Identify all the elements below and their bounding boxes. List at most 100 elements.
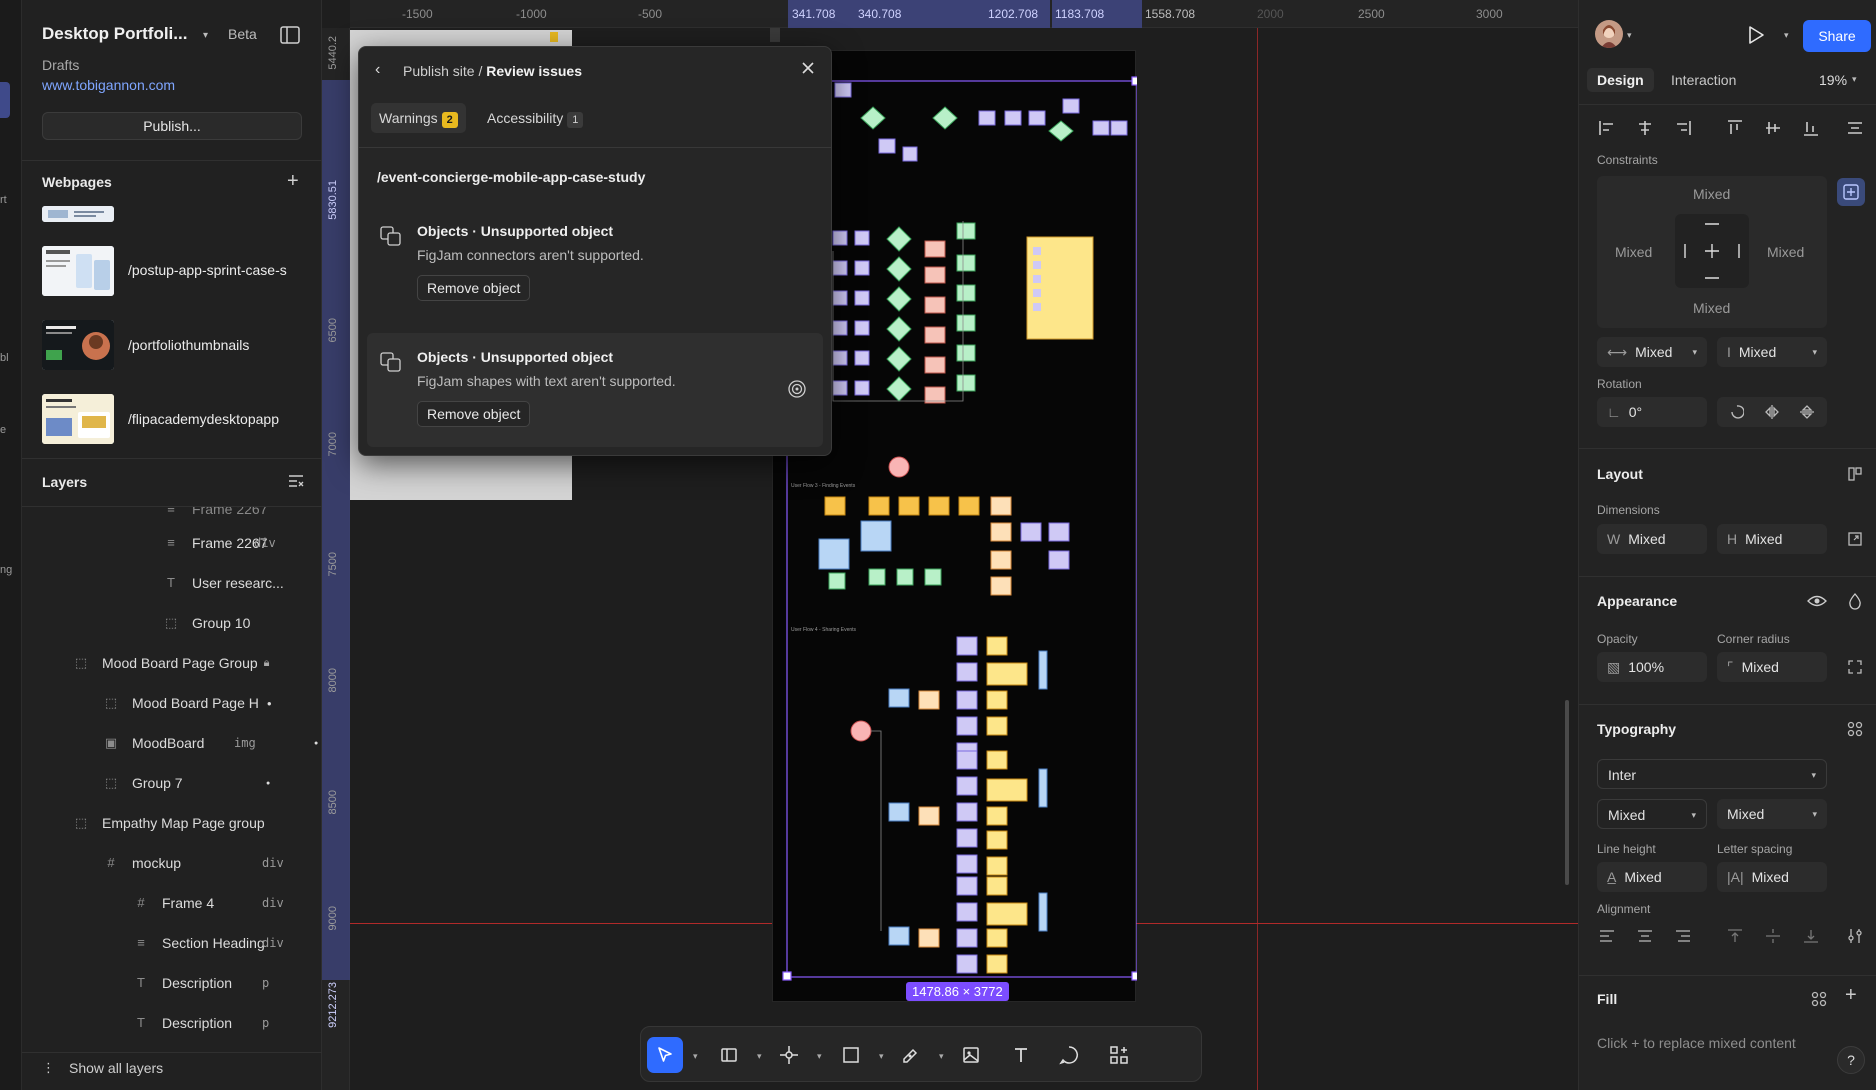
text-align-top-icon[interactable] [1721, 922, 1749, 950]
pen-tool-button[interactable] [771, 1037, 807, 1073]
align-top-icon[interactable] [1721, 114, 1749, 142]
layer-row[interactable]: ⬚ Mood Board Page Group 🔒︎ [74, 643, 322, 683]
chevron-down-icon[interactable]: ▾ [1852, 74, 1857, 85]
align-bottom-icon[interactable] [1797, 114, 1825, 142]
chevron-down-icon[interactable]: ▾ [939, 1051, 944, 1062]
vertical-constraint-select[interactable]: I Mixed ▾ [1717, 337, 1827, 367]
letter-spacing-input[interactable]: |A| Mixed [1717, 862, 1827, 892]
layer-row[interactable]: # mockup div [104, 843, 322, 883]
text-align-middle-icon[interactable] [1759, 922, 1787, 950]
tab-accessibility[interactable]: Accessibility 1 [479, 103, 591, 133]
add-fill-icon[interactable]: + [1845, 984, 1857, 1007]
layer-row[interactable]: T Description p [134, 963, 322, 1003]
layer-row[interactable]: ⬚ Mood Board Page H ● [104, 683, 322, 723]
chevron-down-icon[interactable]: ▾ [1627, 30, 1632, 41]
flip-horizontal-icon[interactable] [1758, 398, 1786, 426]
align-right-icon[interactable] [1669, 114, 1697, 142]
layer-row[interactable]: ⬚ Group 7 ● [104, 763, 322, 803]
sidebar-toggle-icon[interactable] [280, 26, 300, 44]
layer-row[interactable]: ▣ MoodBoard img ● [104, 723, 322, 763]
chevron-down-icon[interactable]: ▾ [817, 1051, 822, 1062]
layer-row[interactable]: T User researc... [164, 563, 322, 603]
rectangle-tool-button[interactable] [833, 1037, 869, 1073]
opacity-input[interactable]: ▧ 100% [1597, 652, 1707, 682]
pencil-tool-button[interactable] [893, 1037, 929, 1073]
page-item-label[interactable]: /postup-app-sprint-case-s [128, 262, 287, 278]
align-center-vertical-icon[interactable] [1759, 114, 1787, 142]
independent-corners-icon[interactable] [1841, 653, 1869, 681]
rotation-input[interactable]: ∟ 0° [1597, 397, 1707, 427]
layer-row[interactable]: # Frame 4 div [134, 883, 322, 923]
layer-row[interactable]: ⬚ Empathy Map Page group [74, 803, 322, 843]
issue-item[interactable]: Objects · Unsupported object FigJam shap… [367, 333, 823, 447]
issue-item[interactable]: Objects · Unsupported object FigJam conn… [367, 203, 823, 313]
align-center-horizontal-icon[interactable] [1631, 114, 1659, 142]
drop-icon[interactable] [1841, 587, 1869, 615]
page-item-label[interactable]: /flipacademydesktopapp [128, 411, 279, 427]
layer-row[interactable]: ⬚ Group 10 [164, 603, 322, 643]
widgets-tool-button[interactable] [1101, 1037, 1137, 1073]
add-page-icon[interactable]: + [287, 170, 299, 193]
frame-tool-button[interactable] [711, 1037, 747, 1073]
constraints-toggle-icon[interactable] [1837, 178, 1865, 206]
text-tool-button[interactable] [1003, 1037, 1039, 1073]
breadcrumb-parent[interactable]: Publish site / [403, 63, 482, 79]
chevron-down-icon[interactable]: ▾ [693, 1051, 698, 1062]
align-left-icon[interactable] [1593, 114, 1621, 142]
remove-object-button[interactable]: Remove object [417, 401, 531, 427]
rotate-icon[interactable] [1723, 398, 1751, 426]
page-thumbnail[interactable] [42, 394, 114, 444]
constraint-bottom[interactable]: Mixed [1693, 300, 1730, 316]
layer-row[interactable]: T Description p [134, 1003, 322, 1043]
page-thumbnail[interactable] [42, 206, 114, 222]
remove-object-button[interactable]: Remove object [417, 275, 531, 301]
text-align-left-icon[interactable] [1593, 922, 1621, 950]
line-height-input[interactable]: A̲ Mixed [1597, 862, 1707, 892]
text-align-right-icon[interactable] [1669, 922, 1697, 950]
close-icon[interactable] [799, 59, 817, 77]
zoom-level[interactable]: 19% [1819, 72, 1847, 88]
corner-radius-input[interactable]: ⌜ Mixed [1717, 652, 1827, 682]
constraint-right[interactable]: Mixed [1767, 244, 1804, 260]
auto-layout-icon[interactable] [1841, 460, 1869, 488]
site-url-link[interactable]: www.tobigannon.com [42, 77, 175, 93]
comment-tool-button[interactable] [1051, 1037, 1087, 1073]
back-icon[interactable]: ‹ [375, 61, 380, 79]
text-align-center-icon[interactable] [1631, 922, 1659, 950]
publish-button[interactable]: Publish... [42, 112, 302, 140]
width-input[interactable]: W Mixed [1597, 524, 1707, 554]
text-styles-icon[interactable] [1841, 715, 1869, 743]
tab-design[interactable]: Design [1587, 68, 1654, 92]
fill-styles-icon[interactable] [1805, 985, 1833, 1013]
flip-vertical-icon[interactable] [1793, 398, 1821, 426]
page-item-label[interactable]: /portfoliothumbnails [128, 337, 249, 353]
horizontal-constraint-select[interactable]: ⟷ Mixed ▾ [1597, 337, 1707, 367]
share-button[interactable]: Share [1803, 20, 1871, 52]
locate-target-icon[interactable] [787, 379, 807, 399]
constraint-top[interactable]: Mixed [1693, 186, 1730, 202]
distribute-icon[interactable] [1841, 114, 1869, 142]
chevron-down-icon[interactable]: ▾ [1784, 30, 1789, 41]
page-thumbnail[interactable] [42, 246, 114, 296]
layer-row[interactable]: ≡ Section Heading div [134, 923, 322, 963]
play-icon[interactable] [1745, 24, 1767, 46]
chevron-down-icon[interactable]: ▾ [203, 30, 208, 41]
font-family-select[interactable]: Inter ▾ [1597, 759, 1827, 789]
show-all-layers-button[interactable]: ⋮ Show all layers [42, 1060, 163, 1076]
constraint-left[interactable]: Mixed [1615, 244, 1652, 260]
font-weight-select[interactable]: Mixed ▾ [1597, 799, 1707, 829]
text-settings-icon[interactable] [1841, 922, 1869, 950]
project-title[interactable]: Desktop Portfoli... [42, 24, 187, 44]
height-input[interactable]: H Mixed [1717, 524, 1827, 554]
move-tool-button[interactable] [647, 1037, 683, 1073]
resize-icon[interactable] [1841, 525, 1869, 553]
avatar[interactable] [1595, 20, 1623, 48]
canvas-scrollbar[interactable] [1565, 700, 1569, 885]
image-tool-button[interactable] [953, 1037, 989, 1073]
lock-icon[interactable]: 🔒︎ [264, 657, 270, 670]
font-size-input[interactable]: Mixed ▾ [1717, 799, 1827, 829]
text-align-bottom-icon[interactable] [1797, 922, 1825, 950]
chevron-down-icon[interactable]: ▾ [879, 1051, 884, 1062]
constraints-box[interactable] [1675, 214, 1749, 288]
chevron-down-icon[interactable]: ▾ [757, 1051, 762, 1062]
